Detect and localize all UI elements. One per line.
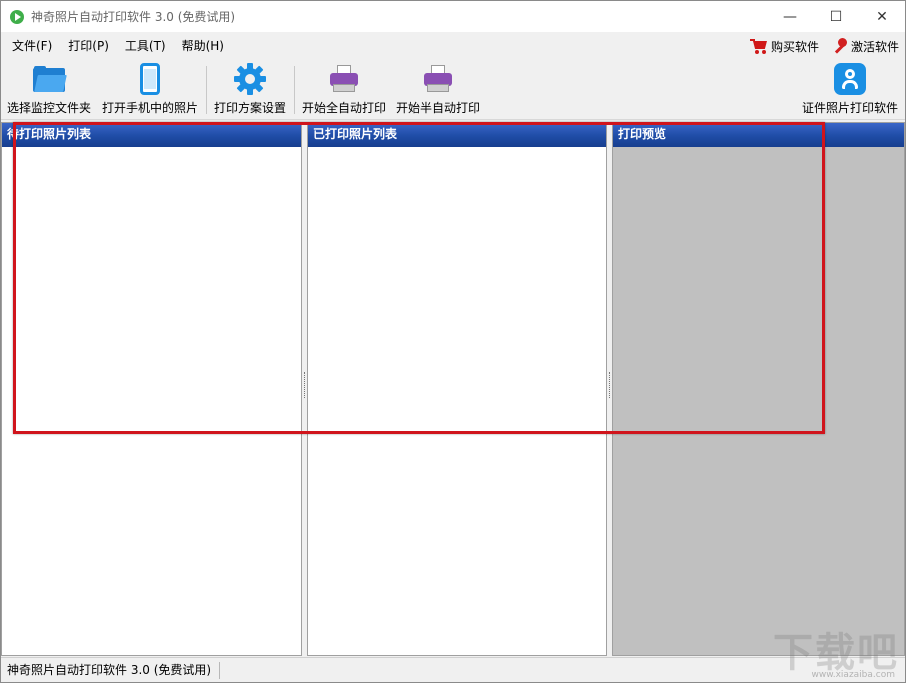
- print-preview-area: [613, 147, 904, 655]
- start-full-auto-print-button[interactable]: 开始全自动打印: [302, 60, 386, 120]
- pending-photos-panel: 待打印照片列表: [1, 122, 302, 656]
- select-monitor-folder-label: 选择监控文件夹: [7, 101, 92, 115]
- status-bar: 神奇照片自动打印软件 3.0 (免费试用): [1, 657, 905, 682]
- folder-icon: [33, 66, 67, 92]
- toolbar-separator: [294, 66, 295, 114]
- maximize-button[interactable]: ☐: [813, 1, 859, 32]
- app-logo-icon: [10, 9, 24, 24]
- menu-tools[interactable]: 工具(T): [117, 32, 174, 60]
- gear-icon: [234, 63, 266, 95]
- printer-icon: [423, 64, 453, 94]
- title-bar: 神奇照片自动打印软件 3.0 (免费试用) — ☐ ✕: [1, 1, 905, 32]
- menu-help[interactable]: 帮助(H): [174, 32, 232, 60]
- window-controls: — ☐ ✕: [767, 1, 905, 32]
- id-photo-icon: [834, 63, 866, 95]
- shopping-cart-icon: [749, 38, 768, 54]
- printed-photos-list[interactable]: [308, 147, 606, 655]
- open-phone-photos-label: 打开手机中的照片: [102, 101, 199, 115]
- buy-software-label: 购买软件: [770, 39, 819, 54]
- activate-software-link[interactable]: 激活软件: [831, 38, 899, 55]
- app-window: 神奇照片自动打印软件 3.0 (免费试用) — ☐ ✕ 文件(F) 打印(P) …: [0, 0, 906, 683]
- toolbar-separator: [206, 66, 207, 114]
- printer-icon: [329, 64, 359, 94]
- id-photo-print-software-label: 证件照片打印软件: [802, 101, 899, 115]
- pending-photos-header: 待打印照片列表: [2, 123, 301, 147]
- minimize-button[interactable]: —: [767, 1, 813, 32]
- activate-software-label: 激活软件: [850, 39, 899, 54]
- watermark-url: www.xiazaiba.com: [811, 670, 895, 680]
- window-title: 神奇照片自动打印软件 3.0 (免费试用): [31, 10, 236, 24]
- menu-right-actions: 购买软件 激活软件: [738, 32, 899, 60]
- close-button[interactable]: ✕: [859, 1, 905, 32]
- menu-print[interactable]: 打印(P): [60, 32, 117, 60]
- phone-icon: [140, 63, 160, 95]
- printed-photos-panel: 已打印照片列表: [307, 122, 607, 656]
- watermark: 下载吧 www.xiazaiba.com: [773, 620, 899, 680]
- print-scheme-settings-label: 打印方案设置: [214, 101, 287, 115]
- print-preview-header: 打印预览: [613, 123, 904, 147]
- open-phone-photos-button[interactable]: 打开手机中的照片: [102, 60, 198, 120]
- buy-software-link[interactable]: 购买软件: [749, 38, 819, 55]
- id-photo-print-software-button[interactable]: 证件照片打印软件: [802, 60, 898, 120]
- start-full-auto-print-label: 开始全自动打印: [302, 101, 387, 115]
- toolbar: 选择监控文件夹 打开手机中的照片 打印方案设置 开始全自动打印 开始半自动打印 …: [1, 60, 905, 120]
- key-icon: [831, 38, 847, 54]
- start-semi-auto-print-label: 开始半自动打印: [396, 101, 481, 115]
- menu-file[interactable]: 文件(F): [4, 32, 60, 60]
- menu-bar: 文件(F) 打印(P) 工具(T) 帮助(H) 购买软件 激活软件: [1, 32, 905, 60]
- pending-photos-list[interactable]: [2, 147, 301, 655]
- start-semi-auto-print-button[interactable]: 开始半自动打印: [396, 60, 480, 120]
- print-preview-panel: 打印预览: [612, 122, 905, 656]
- print-scheme-settings-button[interactable]: 打印方案设置: [214, 60, 286, 120]
- select-monitor-folder-button[interactable]: 选择监控文件夹: [7, 60, 91, 120]
- status-text: 神奇照片自动打印软件 3.0 (免费试用): [1, 661, 221, 679]
- printed-photos-header: 已打印照片列表: [308, 123, 606, 147]
